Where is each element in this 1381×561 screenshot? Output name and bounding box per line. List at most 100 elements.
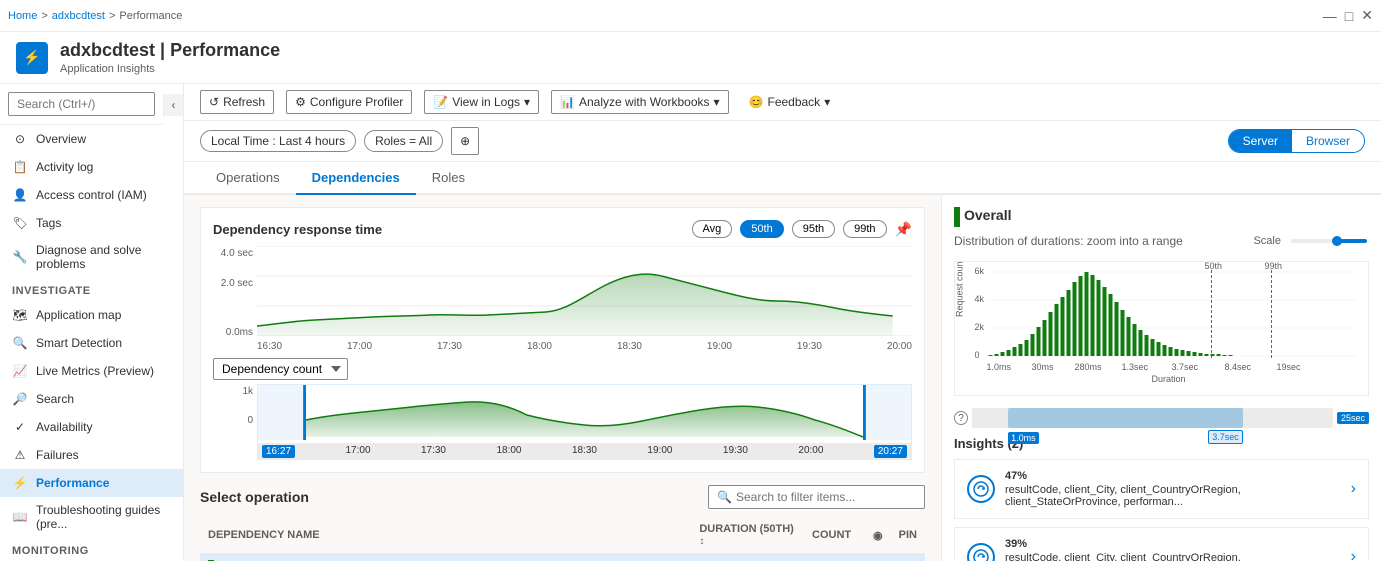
insight-desc-1: resultCode, client_City, client_CountryO… (1005, 484, 1241, 508)
tags-icon: 🏷 (12, 215, 28, 231)
chevron-down-icon2: ▾ (714, 95, 720, 109)
refresh-circle-icon (973, 481, 989, 497)
svg-text:99th: 99th (1265, 262, 1283, 271)
dependency-table: DEPENDENCY NAME DURATION (50TH) COUNT ◉ … (200, 517, 925, 561)
x-label-1700: 17:00 (347, 341, 372, 352)
sidebar-item-troubleshooting[interactable]: 📖 Troubleshooting guides (pre... (0, 497, 183, 537)
sidebar-collapse-button[interactable]: ‹ (163, 94, 183, 116)
sidebar-item-label: Overview (36, 132, 86, 146)
sidebar-item-overview[interactable]: ⊙ Overview (0, 125, 183, 153)
count-cell: 60.18k (804, 554, 865, 561)
sidebar-item-search[interactable]: 🔎 Search (0, 385, 183, 413)
breadcrumb-resource[interactable]: adxbcdtest (52, 10, 105, 22)
sidebar-item-app-map[interactable]: 🗺 Application map (0, 301, 183, 329)
sidebar-item-live-metrics[interactable]: 📈 Live Metrics (Preview) (0, 357, 183, 385)
svg-text:30ms: 30ms (1032, 362, 1055, 372)
search-input[interactable] (8, 92, 155, 116)
p50-legend-btn[interactable]: 50th (740, 220, 783, 238)
dep-count-dropdown[interactable]: Dependency count (213, 358, 348, 380)
sidebar-item-label: Performance (36, 476, 109, 490)
pin-chart-icon[interactable]: 📌 (895, 221, 912, 238)
breadcrumb-sep2: > (109, 10, 115, 22)
refresh-button[interactable]: ↺ Refresh (200, 90, 274, 114)
sidebar-item-failures[interactable]: ⚠ Failures (0, 441, 183, 469)
duration-header[interactable]: DURATION (50TH) (691, 517, 804, 554)
sidebar-item-label: Access control (IAM) (36, 188, 147, 202)
sidebar-item-performance[interactable]: ⚡ Performance (0, 469, 183, 497)
y-label-2sec: 2.0 sec (213, 278, 253, 308)
x-label-1630: 16:30 (257, 341, 282, 352)
x-label-count-1830: 18:30 (572, 445, 597, 458)
tab-dependencies[interactable]: Dependencies (296, 162, 416, 195)
insight-arrow-1[interactable]: › (1351, 480, 1356, 498)
x-label-count-1900: 19:00 (647, 445, 672, 458)
x-label-1900: 19:00 (707, 341, 732, 352)
x-label-count-2000: 20:00 (798, 445, 823, 458)
svg-text:6k: 6k (975, 266, 985, 276)
scale-slider[interactable] (1289, 233, 1369, 249)
sidebar-item-label: Activity log (36, 160, 93, 174)
table-row[interactable]: Overall1.22 sec60.18k📌 (200, 554, 925, 561)
avg-legend-btn[interactable]: Avg (692, 220, 733, 238)
sidebar-item-smart-detection[interactable]: 🔍 Smart Detection (0, 329, 183, 357)
server-toggle-button[interactable]: Server (1229, 130, 1292, 152)
live-metrics-icon: 📈 (12, 363, 28, 379)
sidebar-item-activity-log[interactable]: 📋 Activity log (0, 153, 183, 181)
filter-bar: Local Time : Last 4 hours Roles = All ⊕ … (184, 121, 1381, 162)
maximize-button[interactable]: □ (1345, 8, 1353, 24)
dep-name-header: DEPENDENCY NAME (200, 517, 691, 554)
sidebar-item-availability[interactable]: ✓ Availability (0, 413, 183, 441)
configure-profiler-button[interactable]: ⚙ Configure Profiler (286, 90, 412, 114)
insight-item-1[interactable]: 47% resultCode, client_City, client_Coun… (954, 459, 1369, 519)
operation-search-box[interactable]: 🔍 (708, 485, 925, 509)
feedback-button[interactable]: 😊 Feedback ▾ (741, 91, 839, 113)
overall-color-indicator (954, 207, 960, 227)
diagnose-icon: 🔧 (12, 249, 28, 265)
view-in-logs-button[interactable]: 📝 View in Logs ▾ (424, 90, 539, 114)
svg-text:1.0ms: 1.0ms (987, 362, 1012, 372)
insight-text-1: 47% resultCode, client_City, client_Coun… (1005, 470, 1341, 508)
insights-section: Insights (2) 47% r (954, 436, 1369, 561)
overview-icon: ⊙ (12, 131, 28, 147)
time-start-badge: 16:27 (262, 445, 295, 458)
pin-cell[interactable]: 📌 (891, 554, 925, 561)
select-operation-section: Select operation 🔍 DEPENDENCY NAME DURAT… (200, 485, 925, 561)
insight-item-2[interactable]: 39% resultCode, client_City, client_Coun… (954, 527, 1369, 561)
analyze-workbooks-button[interactable]: 📊 Analyze with Workbooks ▾ (551, 90, 728, 114)
breadcrumb-page: Performance (119, 10, 182, 22)
scale-row: Scale (1253, 233, 1369, 249)
x-label-count-1800: 18:00 (496, 445, 521, 458)
select-op-title: Select operation (200, 489, 309, 505)
left-panel: Dependency response time Avg 50th 95th 9… (184, 195, 941, 561)
sidebar: ‹ ⊙ Overview 📋 Activity log 👤 Access con… (0, 84, 184, 561)
y-label-0ms: 0.0ms (213, 308, 253, 338)
breadcrumb-sep1: > (41, 10, 47, 22)
insight-arrow-2[interactable]: › (1351, 548, 1356, 561)
filter-extra-button[interactable]: ⊕ (451, 127, 479, 155)
time-range-filter[interactable]: Local Time : Last 4 hours (200, 130, 356, 152)
sidebar-item-label: Diagnose and solve problems (36, 243, 171, 271)
p99-legend-btn[interactable]: 99th (843, 220, 886, 238)
sidebar-item-label: Smart Detection (36, 336, 122, 350)
operation-search-input[interactable] (736, 490, 916, 504)
sidebar-item-access-control[interactable]: 👤 Access control (IAM) (0, 181, 183, 209)
tab-roles[interactable]: Roles (416, 162, 481, 195)
p95-legend-btn[interactable]: 95th (792, 220, 835, 238)
svg-text:280ms: 280ms (1075, 362, 1103, 372)
scale-label: Scale (1253, 235, 1281, 247)
minimize-button[interactable]: — (1323, 8, 1337, 24)
app-map-icon: 🗺 (12, 307, 28, 323)
feedback-icon: 😊 (749, 95, 764, 109)
tab-operations[interactable]: Operations (200, 162, 296, 195)
smart-detection-icon: 🔍 (12, 335, 28, 351)
count-y-label-1k: 1k (213, 386, 253, 406)
x-label-1730: 17:30 (437, 341, 462, 352)
tabs: Operations Dependencies Roles (184, 162, 1381, 195)
range-question-icon[interactable]: ? (954, 411, 968, 425)
roles-filter[interactable]: Roles = All (364, 130, 443, 152)
close-button[interactable]: ✕ (1361, 7, 1373, 24)
breadcrumb-home[interactable]: Home (8, 10, 37, 22)
sidebar-item-diagnose[interactable]: 🔧 Diagnose and solve problems (0, 237, 183, 277)
sidebar-item-tags[interactable]: 🏷 Tags (0, 209, 183, 237)
browser-toggle-button[interactable]: Browser (1292, 130, 1364, 152)
